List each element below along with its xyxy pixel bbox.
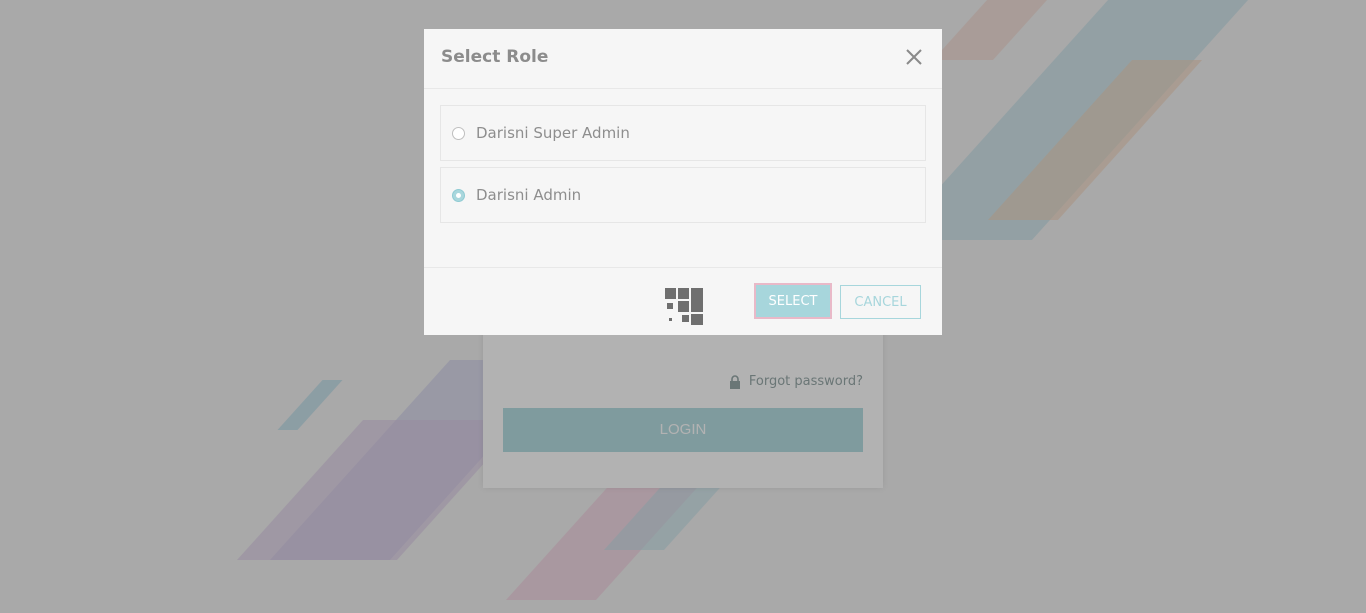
radio-button[interactable]	[452, 126, 465, 140]
select-button[interactable]: SELECT	[754, 283, 832, 319]
dialog-footer: SELECT CANCEL	[424, 267, 942, 335]
close-icon[interactable]	[904, 47, 924, 67]
radio-button-selected[interactable]	[452, 188, 465, 202]
role-list: Darisni Super Admin Darisni Admin	[424, 89, 942, 267]
login-page: Forgot password? LOGIN Select Role Daris…	[0, 0, 1366, 613]
role-label: Darisni Super Admin	[476, 124, 630, 142]
dialog-title: Select Role	[441, 47, 549, 67]
role-option-super-admin[interactable]: Darisni Super Admin	[440, 105, 926, 161]
dialog-header: Select Role	[424, 29, 942, 89]
role-option-admin[interactable]: Darisni Admin	[440, 167, 926, 223]
cancel-button[interactable]: CANCEL	[840, 285, 921, 319]
select-role-dialog: Select Role Darisni Super Admin Darisni …	[424, 29, 942, 335]
loader-icon	[665, 288, 703, 325]
role-label: Darisni Admin	[476, 186, 582, 204]
